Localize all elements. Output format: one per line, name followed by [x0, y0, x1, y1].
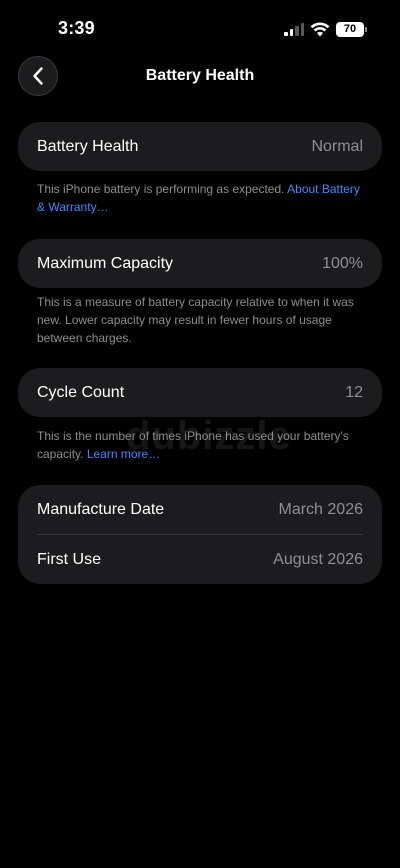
- battery-health-value: Normal: [311, 137, 363, 155]
- maximum-capacity-value: 100%: [322, 254, 363, 272]
- cycle-count-row: Cycle Count 12: [18, 368, 382, 417]
- cellular-signal-icon: [284, 22, 304, 36]
- learn-more-link[interactable]: Learn more…: [87, 447, 160, 461]
- cycle-count-value: 12: [345, 383, 363, 401]
- status-indicators: 70: [284, 20, 367, 38]
- first-use-label: First Use: [37, 550, 101, 568]
- battery-health-label: Battery Health: [37, 137, 139, 155]
- battery-level: 70: [343, 23, 357, 35]
- dates-card: Manufacture Date March 2026 First Use Au…: [18, 485, 382, 584]
- cycle-count-card: Cycle Count 12: [18, 368, 382, 417]
- battery-icon: 70: [336, 21, 367, 37]
- cycle-count-footer: This is the number of times iPhone has u…: [37, 427, 367, 463]
- status-time: 3:39: [58, 18, 95, 38]
- maximum-capacity-footer: This is a measure of battery capacity re…: [37, 295, 354, 345]
- battery-health-card: Battery Health Normal: [18, 122, 382, 171]
- battery-health-footer: This iPhone battery is performing as exp…: [37, 180, 367, 216]
- status-bar: 3:39 70: [0, 0, 400, 58]
- wifi-icon: [310, 22, 330, 36]
- manufacture-date-label: Manufacture Date: [37, 500, 165, 518]
- maximum-capacity-label: Maximum Capacity: [37, 254, 174, 272]
- manufacture-date-row: Manufacture Date March 2026: [18, 485, 382, 534]
- maximum-capacity-card: Maximum Capacity 100%: [18, 239, 382, 288]
- page-title: Battery Health: [145, 67, 255, 84]
- cycle-count-footer-text: This is the number of times iPhone has u…: [37, 429, 349, 461]
- cycle-count-label: Cycle Count: [37, 383, 125, 401]
- battery-health-footer-text: This iPhone battery is performing as exp…: [37, 182, 285, 196]
- first-use-row: First Use August 2026: [18, 535, 382, 584]
- battery-health-row: Battery Health Normal: [18, 122, 382, 171]
- manufacture-date-value: March 2026: [278, 500, 364, 518]
- maximum-capacity-row: Maximum Capacity 100%: [18, 239, 382, 288]
- battery-health-screen: 3:39 70 Battery Health Battery Health No…: [0, 0, 400, 868]
- first-use-value: August 2026: [273, 550, 363, 568]
